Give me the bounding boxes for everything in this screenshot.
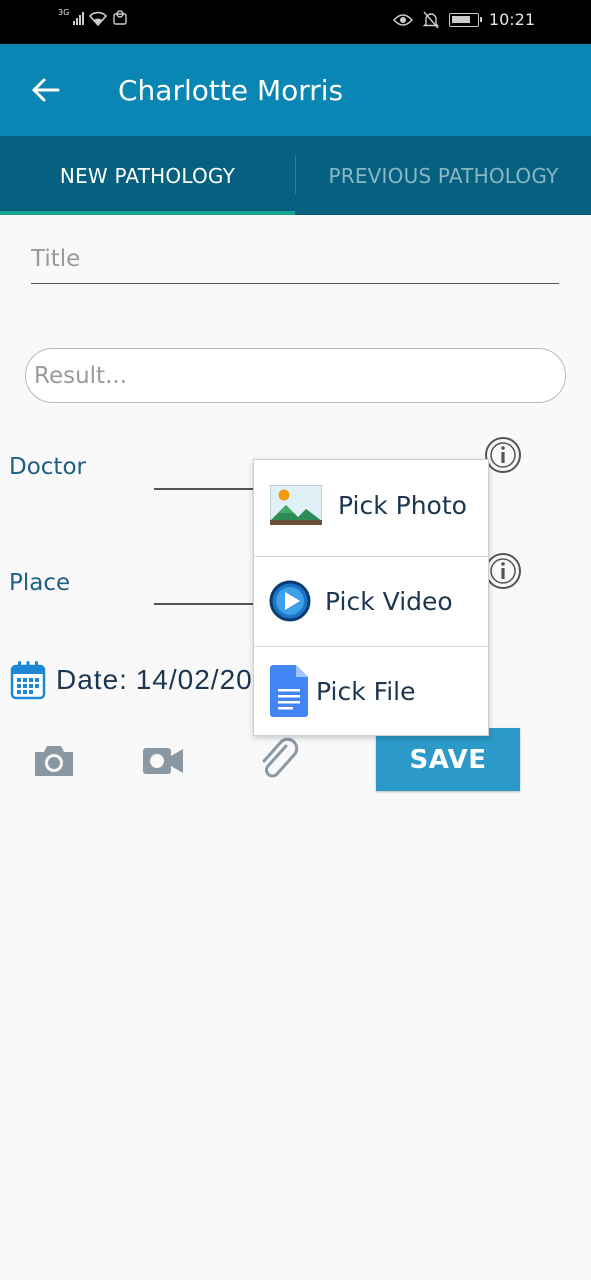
bell-off-icon xyxy=(422,11,439,28)
result-input[interactable] xyxy=(26,349,565,402)
menu-item-pick-file[interactable]: Pick File xyxy=(254,646,490,736)
menu-item-label: Pick Video xyxy=(325,586,453,616)
page-title: Charlotte Morris xyxy=(118,74,344,107)
doctor-label: Doctor xyxy=(9,454,86,480)
place-label: Place xyxy=(9,570,71,596)
title-input[interactable] xyxy=(31,246,559,272)
camera-icon[interactable] xyxy=(32,740,76,780)
app-bar: Charlotte Morris xyxy=(0,44,591,136)
tab-indicator xyxy=(0,211,295,215)
date-value: 14/02/20 xyxy=(135,664,253,695)
status-bar: 3G 10:21 xyxy=(0,0,591,44)
tab-new-pathology[interactable]: NEW PATHOLOGY xyxy=(0,136,295,215)
menu-item-pick-photo[interactable]: Pick Photo xyxy=(254,460,490,550)
status-right: 10:21 xyxy=(392,10,535,29)
sim-icon xyxy=(113,10,127,25)
place-input[interactable] xyxy=(154,603,264,605)
document-icon xyxy=(270,665,308,717)
menu-item-label: Pick File xyxy=(316,676,416,706)
play-circle-icon xyxy=(269,580,311,622)
image-icon xyxy=(270,485,322,525)
attachment-popup-menu: Pick Photo Pick Video Pick File xyxy=(253,459,490,736)
result-field xyxy=(25,348,566,403)
date-display: Date: 14/02/20 xyxy=(56,664,253,696)
signal-icon xyxy=(73,11,85,25)
network-type: 3G xyxy=(58,7,70,17)
doctor-input[interactable] xyxy=(154,488,264,490)
eye-icon xyxy=(392,13,413,26)
date-label: Date: xyxy=(56,664,128,695)
wifi-icon xyxy=(89,11,108,26)
title-field xyxy=(31,246,559,284)
paperclip-icon[interactable] xyxy=(256,736,304,784)
save-button[interactable]: SAVE xyxy=(376,728,520,791)
date-row[interactable]: Date: 14/02/20 xyxy=(10,660,253,700)
status-time: 10:21 xyxy=(488,10,535,29)
calendar-icon[interactable] xyxy=(10,660,46,700)
menu-item-label: Pick Photo xyxy=(338,490,467,520)
tab-bar: NEW PATHOLOGY PREVIOUS PATHOLOGY xyxy=(0,136,591,215)
arrow-left-icon[interactable] xyxy=(28,72,64,108)
battery-icon xyxy=(448,12,482,27)
tab-previous-pathology[interactable]: PREVIOUS PATHOLOGY xyxy=(296,136,591,215)
video-camera-icon[interactable] xyxy=(141,740,185,780)
status-left: 3G xyxy=(58,7,128,26)
menu-item-pick-video[interactable]: Pick Video xyxy=(254,556,490,646)
